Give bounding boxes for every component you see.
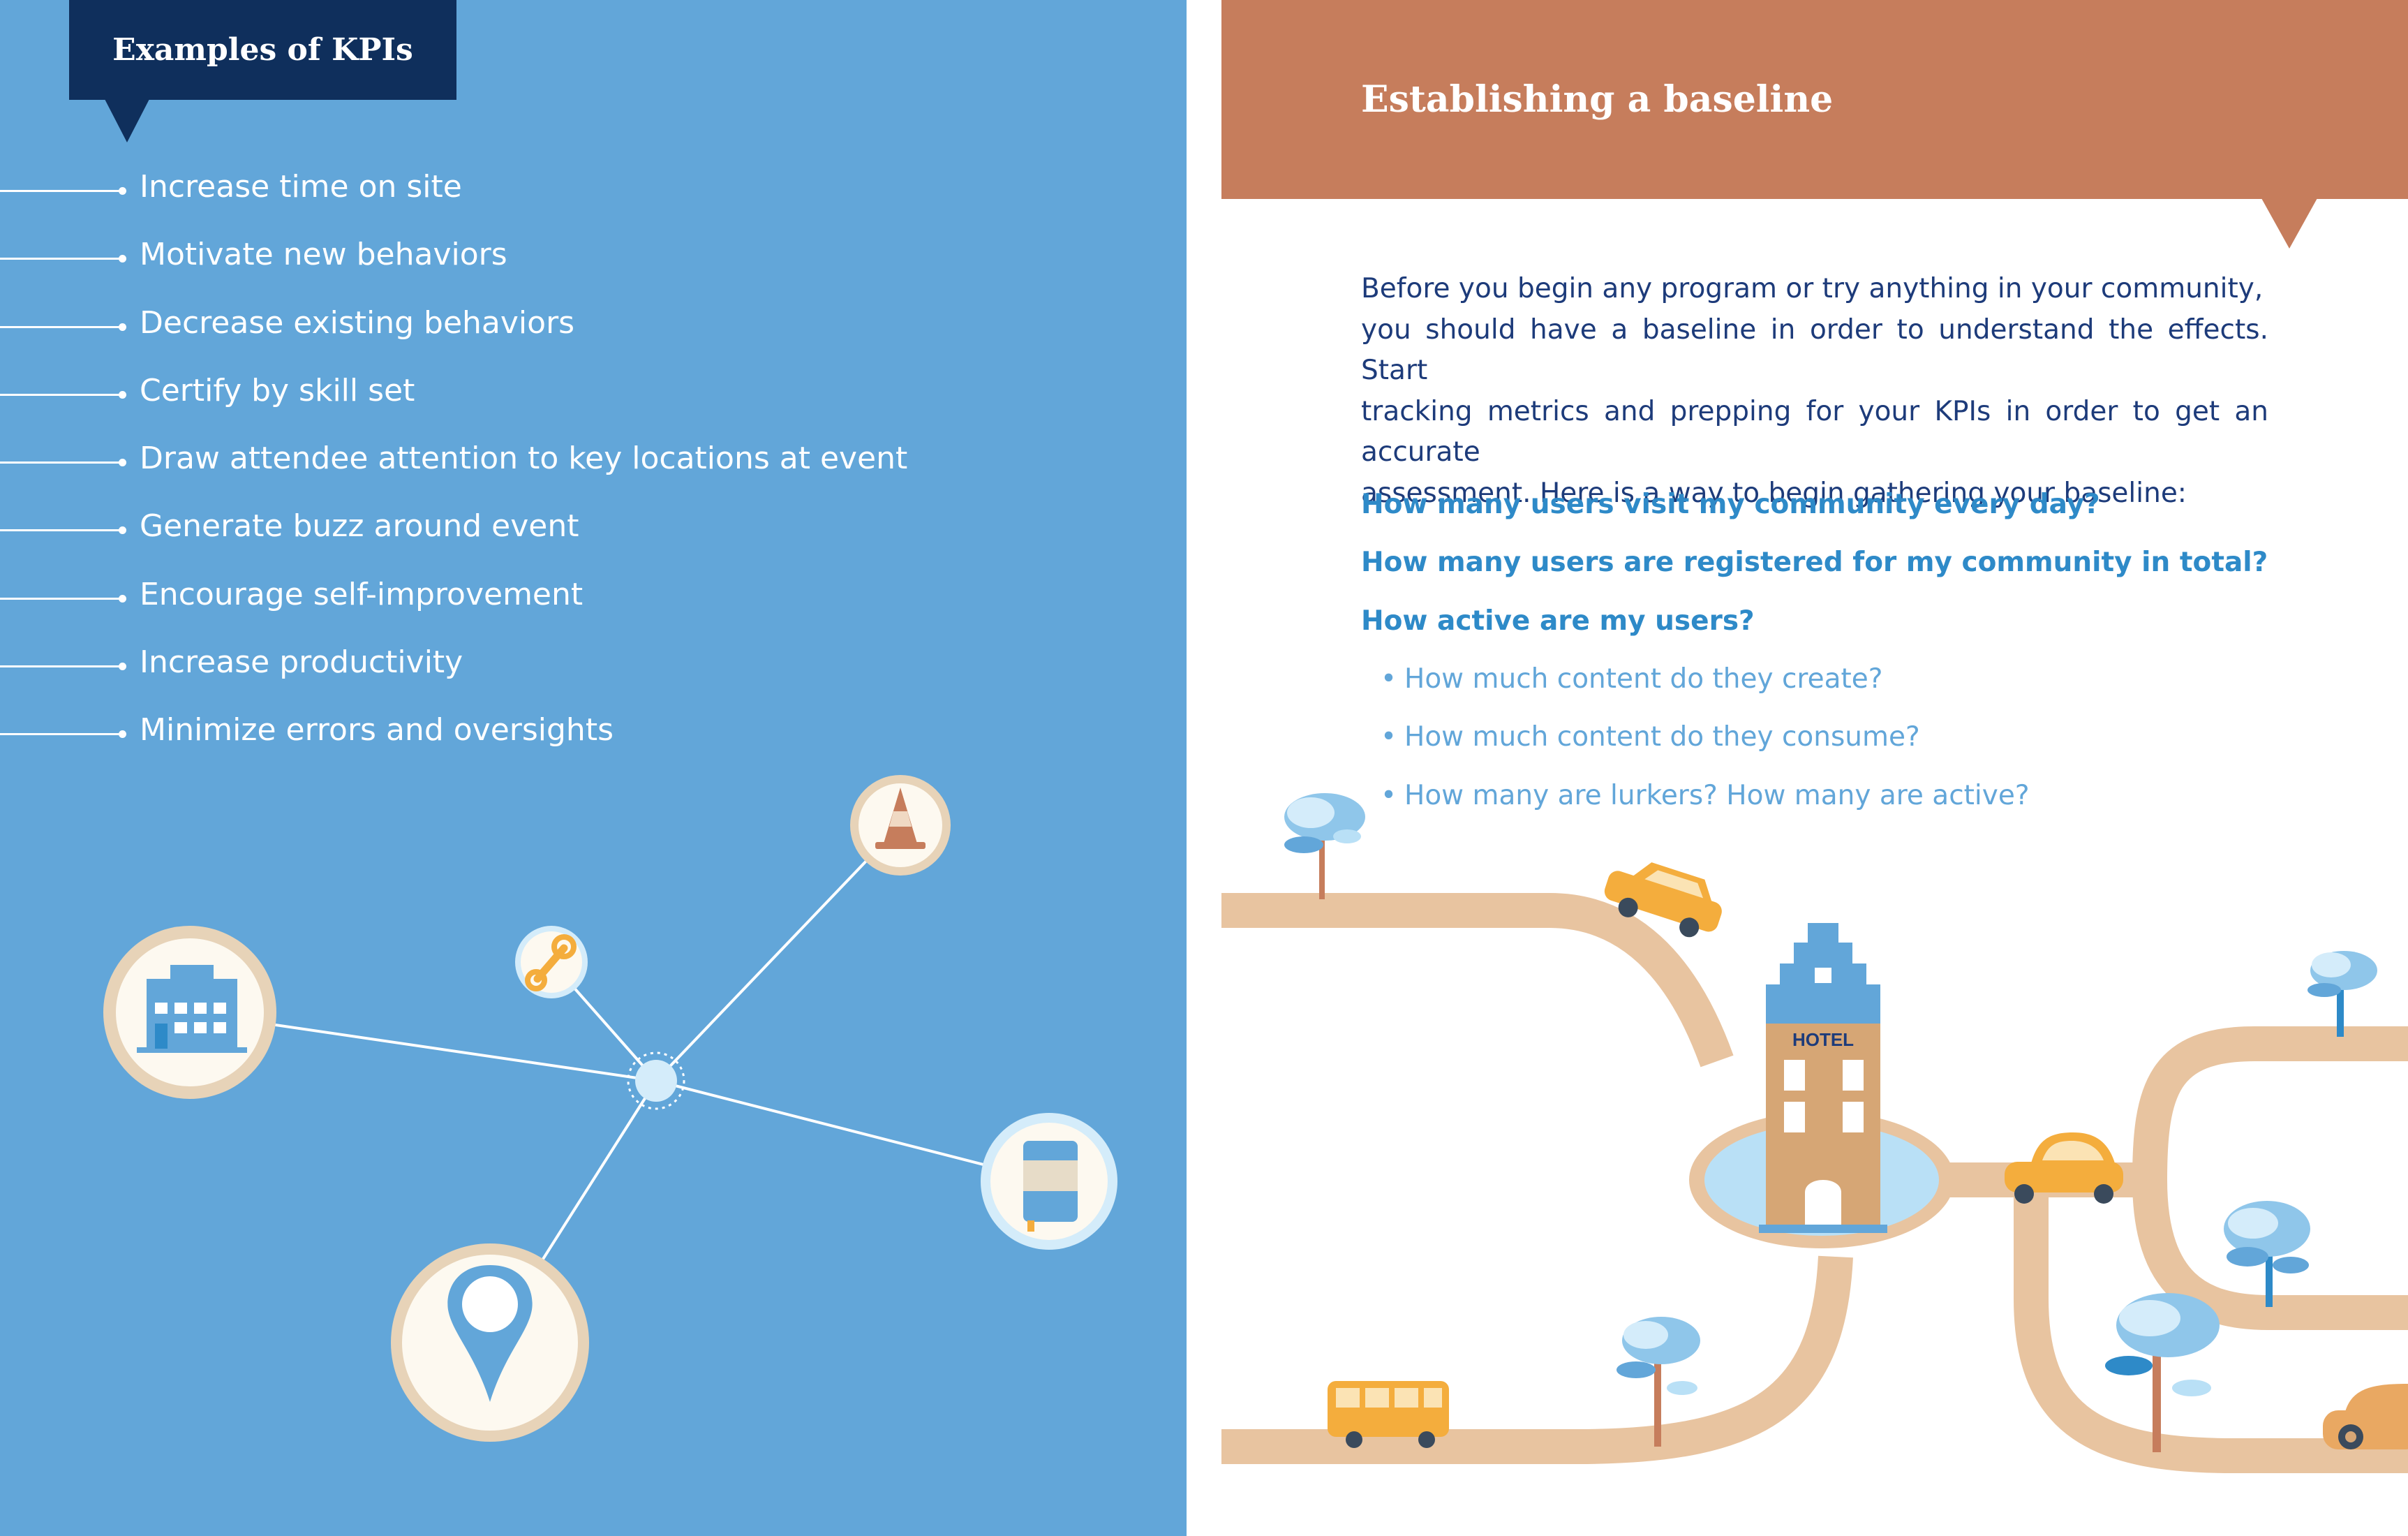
road-loop-top [2132,1026,2408,1181]
kpi-connector-line [0,461,121,464]
kpi-title-tab: Examples of KPIs [69,0,456,100]
kpi-item: Encourage self-improvement [0,573,1117,640]
kpi-network-illustration [103,775,1117,1442]
road-top [1221,893,1734,1068]
kpi-bullet-dot [119,459,126,467]
kpi-item-label: Motivate new behaviors [140,237,507,273]
kpi-item-label: Generate buzz around event [140,508,579,545]
kpi-bullet-dot [119,594,126,603]
kpi-bullet-dot [119,255,126,263]
baseline-sub-question: • How much content do they create? [1381,663,1883,695]
network-connectors [189,824,1050,1344]
kpi-connector-line [0,665,121,668]
sub-question-label: How much content do they consume? [1404,721,1920,753]
kpi-list: Increase time on site Motivate new behav… [0,165,1117,776]
baseline-question: How many users are registered for my com… [1361,547,2268,578]
intro-line: tracking metrics and prepping for your K… [1361,395,2268,468]
intro-line: you should have a baseline in order to u… [1361,313,2268,387]
kpi-item: Draw attendee attention to key locations… [0,436,1117,504]
hotel-building-icon: HOTEL [1759,923,1887,1233]
notebook-icon [981,1113,1117,1250]
kpi-title: Examples of KPIs [112,32,413,68]
baseline-title: Establishing a baseline [1361,78,1834,121]
kpi-item: Certify by skill set [0,369,1117,436]
kpi-item-label: Encourage self-improvement [140,576,584,612]
kpi-item-label: Increase productivity [140,644,463,681]
traffic-cone-icon [850,775,951,876]
connector-cone [655,824,902,1082]
kpi-connector-line [0,190,121,192]
wrench-icon [515,926,588,998]
baseline-header-pointer [2261,198,2317,249]
kpi-item-label: Minimize errors and oversights [140,712,614,748]
road-bottom [1221,1255,1853,1464]
kpi-bullet-dot [119,187,126,195]
kpi-item: Motivate new behaviors [0,232,1117,300]
kpi-connector-line [0,597,121,600]
kpi-bullet-dot [119,730,126,739]
kpi-item: Decrease existing behaviors [0,301,1117,369]
kpi-bullet-dot [119,390,126,399]
kpi-item-label: Increase time on site [140,169,462,205]
kpi-item-label: Certify by skill set [140,372,415,408]
baseline-intro-paragraph: Before you begin any program or try anyt… [1361,269,2268,514]
kpi-connector-line [0,258,121,260]
car-icon [2323,1384,2408,1449]
sub-question-label: How much content do they create? [1404,663,1883,695]
bullet-dot-icon: • [1381,721,1397,753]
kpi-item: Increase time on site [0,165,1117,232]
building-icon [103,926,276,1099]
tree-icon [2224,1201,2310,1307]
kpi-bullet-dot [119,526,126,535]
baseline-question: How active are my users? [1361,605,1755,637]
kpi-item-label: Decrease existing behaviors [140,304,575,341]
town-road-illustration: HOTEL [1221,793,2408,1473]
baseline-sub-question: • How much content do they consume? [1381,721,1920,753]
baseline-header: Establishing a baseline [1221,0,2408,199]
location-pin-icon [391,1243,589,1442]
kpi-item-label: Draw attendee attention to key locations… [140,441,908,477]
kpi-panel: Examples of KPIs Increase time on site M… [0,0,1187,1536]
kpi-tab-pointer [105,99,149,142]
kpi-item: Generate buzz around event [0,504,1117,572]
kpi-connector-line [0,733,121,736]
kpi-connector-line [0,325,121,328]
bullet-dot-icon: • [1381,663,1397,695]
hotel-sign: HOTEL [1792,1029,1854,1050]
baseline-question: How many users visit my community every … [1361,489,2100,520]
kpi-item: Increase productivity [0,640,1117,708]
baseline-panel: Establishing a baseline Before you begin… [1221,0,2408,1536]
kpi-bullet-dot [119,663,126,671]
tree-icon [1284,793,1365,899]
kpi-connector-line [0,393,121,396]
kpi-bullet-dot [119,323,126,331]
tree-icon [2307,951,2377,1037]
kpi-connector-line [0,529,121,532]
intro-line: Before you begin any program or try anyt… [1361,273,2264,304]
